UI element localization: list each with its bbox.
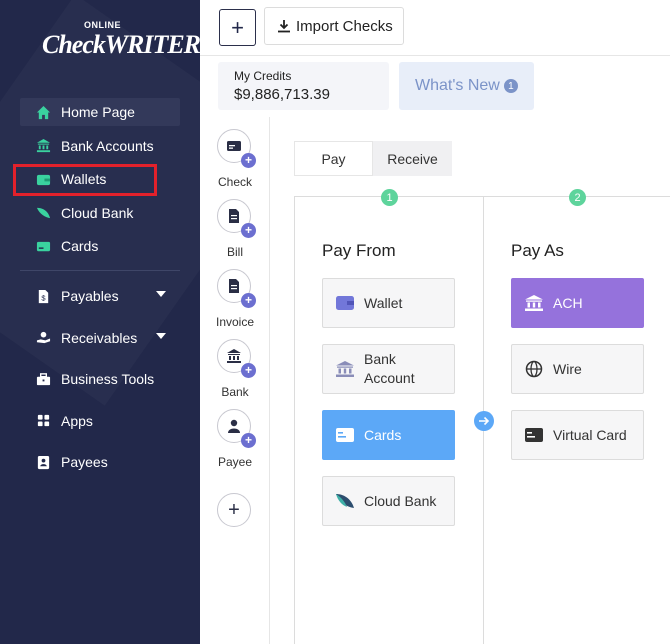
sidebar-item-label: Cloud Bank [61,204,134,221]
sidebar-nav: Home Page Bank Accounts Wallets Cloud Ba… [20,98,180,489]
sidebar-item-label: Payees [61,454,108,471]
action-label: Check [217,175,252,189]
option-label: Wire [553,361,582,377]
option-label: ACH [553,295,583,311]
sidebar-secondary: $ Payables Receivables Business Tools Ap… [20,281,180,477]
cloud-bank-icon [335,492,355,510]
whats-new-label: What's New [415,77,500,94]
tab-pay[interactable]: Pay [294,141,373,176]
top-toolbar: + Import Checks [200,0,670,56]
sidebar: ONLINE CheckWRITER Home Page Bank Accoun… [0,0,200,644]
option-label: Wallet [364,295,403,311]
bank-icon[interactable]: + [217,339,256,378]
credits-label: My Credits [234,69,292,83]
bank-icon [335,360,355,378]
sidebar-item-home-page[interactable]: Home Page [20,98,180,126]
logo-small-text: ONLINE [84,20,122,30]
credits-box: My Credits $9,886,713.39 [218,62,389,110]
pay-as-wire-option[interactable]: Wire [511,344,644,394]
sidebar-item-business-tools[interactable]: Business Tools [20,364,180,394]
checkwriter-logo[interactable]: ONLINE CheckWRITER [42,16,200,76]
wallets-highlight-box [13,164,157,196]
toolbox-icon [34,370,52,388]
step-1-badge: 1 [381,189,398,206]
sidebar-item-label: Cards [61,238,99,255]
payables-icon: $ [34,287,52,305]
sidebar-item-apps[interactable]: Apps [20,406,180,436]
option-label: Bank Account [364,351,415,386]
sidebar-item-bank-accounts[interactable]: Bank Accounts [20,132,180,160]
card-icon [335,426,355,444]
add-action-button[interactable]: + [217,493,251,527]
action-label: Invoice [215,315,255,329]
pay-from-title: Pay From [322,241,396,260]
arrow-right-icon [474,411,494,431]
download-icon [278,20,290,33]
logo-main-text: CheckWRITER [42,30,200,59]
option-label: Cloud Bank [364,493,437,509]
action-label: Payee [217,455,253,469]
plus-badge-icon: + [241,153,256,168]
credits-value: $9,886,713.39 [234,86,330,103]
invoice-icon[interactable]: + [217,269,256,308]
pay-as-virtual-card-option[interactable]: Virtual Card [511,410,644,460]
cloud-bank-icon [34,204,52,222]
home-icon [34,103,52,121]
sidebar-item-label: Payables [61,288,119,305]
import-checks-label: Import Checks [296,17,393,35]
check-icon[interactable]: + [217,129,256,168]
globe-icon [524,360,544,378]
step-2-badge: 2 [569,189,586,206]
wallet-icon [335,294,355,312]
pay-from-cards-option[interactable]: Cards [322,410,455,460]
plus-badge-icon: + [241,433,256,448]
plus-badge-icon: + [241,363,256,378]
tab-receive[interactable]: Receive [373,141,452,176]
chevron-down-icon[interactable] [156,291,166,298]
pay-as-title: Pay As [511,241,564,260]
sidebar-item-label: Business Tools [61,371,155,388]
plus-badge-icon: + [241,223,256,238]
pay-from-wallet-option[interactable]: Wallet [322,278,455,328]
apps-icon [34,412,52,430]
quick-actions-column: + Check + Bill + Invoice + Bank + Payee … [200,117,270,644]
pay-from-cloud-bank-option[interactable]: Cloud Bank [322,476,455,526]
import-checks-button[interactable]: Import Checks [264,7,404,45]
card-icon [34,237,52,255]
whats-new-count-badge: 1 [503,79,518,93]
sidebar-item-payees[interactable]: Payees [20,447,180,477]
plus-badge-icon: + [241,293,256,308]
chevron-down-icon[interactable] [156,332,166,339]
sidebar-item-receivables[interactable]: Receivables [20,323,180,353]
option-label: Virtual Card [553,427,627,443]
pay-from-bank-account-option[interactable]: Bank Account [322,344,455,394]
action-label: Bill [226,245,243,259]
sidebar-item-payables[interactable]: $ Payables [20,281,180,311]
payee-icon[interactable]: + [217,409,256,448]
action-label: Bank [221,385,249,399]
sidebar-item-label: Bank Accounts [61,137,154,154]
sidebar-item-label: Home Page [61,104,135,120]
sidebar-item-label: Apps [61,412,93,429]
bill-icon[interactable]: + [217,199,256,238]
bank-icon [524,294,544,312]
option-label: Cards [364,427,402,443]
whats-new-button[interactable]: What's New 1 [399,62,534,110]
bank-icon [34,137,52,155]
sidebar-item-cloud-bank[interactable]: Cloud Bank [20,199,180,227]
sidebar-item-cards[interactable]: Cards [20,232,180,260]
sidebar-divider [20,270,180,272]
receivables-icon [34,329,52,347]
virtual-card-icon [524,426,544,444]
add-button[interactable]: + [219,9,256,46]
sidebar-item-label: Receivables [61,329,138,346]
pay-as-ach-option[interactable]: ACH [511,278,644,328]
pay-receive-tabs: Pay Receive [294,141,452,176]
payees-icon [34,453,52,471]
